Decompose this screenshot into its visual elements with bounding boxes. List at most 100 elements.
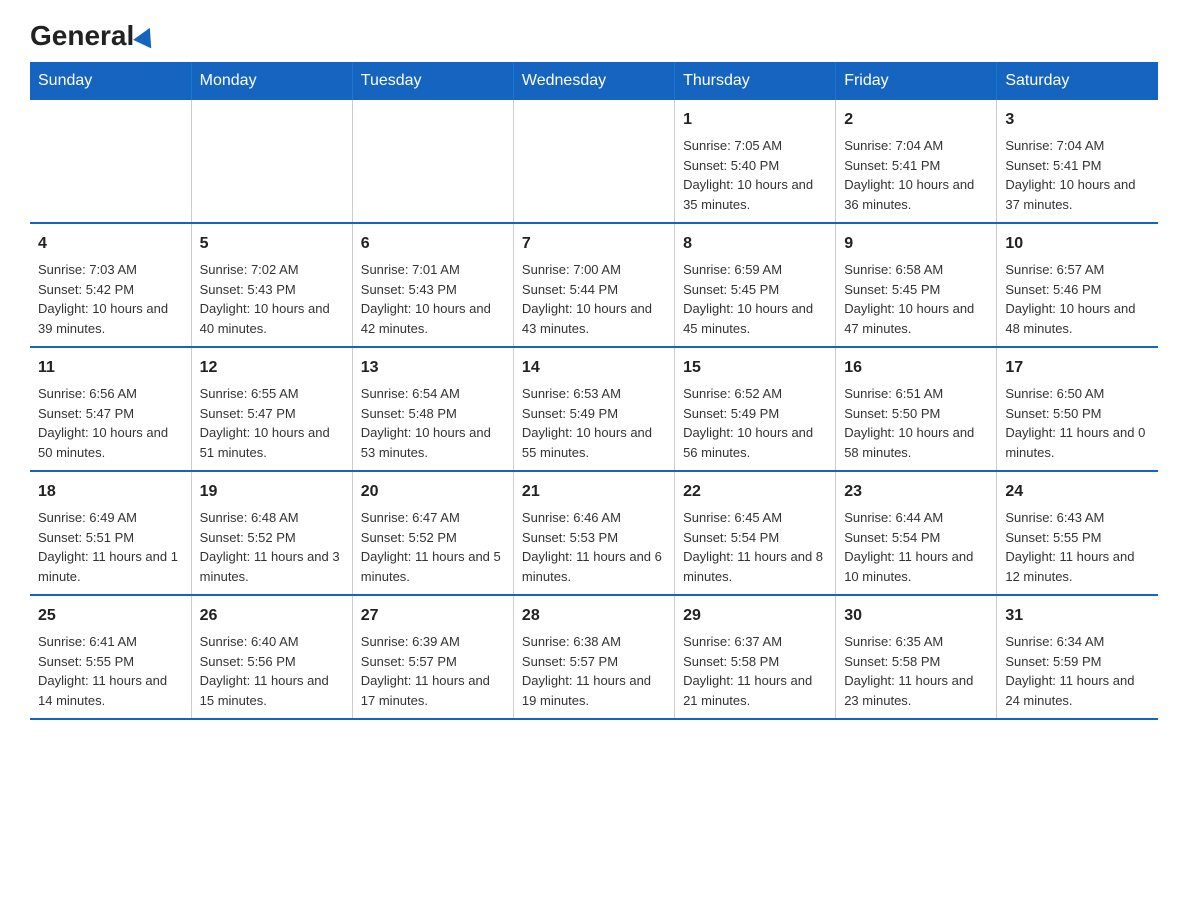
- day-number: 10: [1005, 232, 1150, 256]
- day-info: Sunrise: 7:00 AM Sunset: 5:44 PM Dayligh…: [522, 260, 666, 338]
- day-info: Sunrise: 7:04 AM Sunset: 5:41 PM Dayligh…: [1005, 136, 1150, 214]
- calendar-cell: 10Sunrise: 6:57 AM Sunset: 5:46 PM Dayli…: [997, 223, 1158, 347]
- calendar-week-row: 25 Sunrise: 6:41 AM Sunset: 5:55 PM Dayli…: [30, 595, 1158, 719]
- calendar-cell: 13Sunrise: 6:54 AM Sunset: 5:48 PM Dayli…: [352, 347, 513, 471]
- day-info: Sunrise: 6:47 AM Sunset: 5:52 PM Dayligh…: [361, 508, 505, 586]
- day-number: 15: [683, 356, 827, 380]
- day-number: 22: [683, 480, 827, 504]
- day-number: 31: [1005, 604, 1150, 628]
- day-info: Sunrise: 6:43 AM Sunset: 5:55 PM Dayligh…: [1005, 508, 1150, 586]
- day-number: 17: [1005, 356, 1150, 380]
- day-number: 2: [844, 108, 988, 132]
- calendar-cell: 7 Sunrise: 7:00 AM Sunset: 5:44 PM Daylig…: [513, 223, 674, 347]
- calendar-table: SundayMondayTuesdayWednesdayThursdayFrid…: [30, 62, 1158, 720]
- column-header-sunday: Sunday: [30, 62, 191, 100]
- calendar-cell: 25 Sunrise: 6:41 AM Sunset: 5:55 PM Dayli…: [30, 595, 191, 719]
- column-header-friday: Friday: [836, 62, 997, 100]
- day-info: Sunrise: 6:59 AM Sunset: 5:45 PM Dayligh…: [683, 260, 827, 338]
- day-number: 20: [361, 480, 505, 504]
- calendar-cell: [352, 100, 513, 223]
- day-info: Sunrise: 7:01 AM Sunset: 5:43 PM Dayligh…: [361, 260, 505, 338]
- day-number: 11: [38, 356, 183, 380]
- day-info: Sunrise: 7:02 AM Sunset: 5:43 PM Dayligh…: [200, 260, 344, 338]
- day-number: 26: [200, 604, 344, 628]
- calendar-header-row: SundayMondayTuesdayWednesdayThursdayFrid…: [30, 62, 1158, 100]
- column-header-wednesday: Wednesday: [513, 62, 674, 100]
- day-number: 19: [200, 480, 344, 504]
- day-number: 24: [1005, 480, 1150, 504]
- calendar-week-row: 4 Sunrise: 7:03 AM Sunset: 5:42 PM Daylig…: [30, 223, 1158, 347]
- day-info: Sunrise: 6:50 AM Sunset: 5:50 PM Dayligh…: [1005, 384, 1150, 462]
- day-number: 13: [361, 356, 505, 380]
- calendar-cell: 22 Sunrise: 6:45 AM Sunset: 5:54 PM Dayli…: [675, 471, 836, 595]
- calendar-cell: 12 Sunrise: 6:55 AM Sunset: 5:47 PM Dayli…: [191, 347, 352, 471]
- column-header-tuesday: Tuesday: [352, 62, 513, 100]
- day-info: Sunrise: 6:38 AM Sunset: 5:57 PM Dayligh…: [522, 632, 666, 710]
- calendar-cell: 4 Sunrise: 7:03 AM Sunset: 5:42 PM Daylig…: [30, 223, 191, 347]
- day-info: Sunrise: 6:34 AM Sunset: 5:59 PM Dayligh…: [1005, 632, 1150, 710]
- day-info: Sunrise: 6:48 AM Sunset: 5:52 PM Dayligh…: [200, 508, 344, 586]
- day-number: 8: [683, 232, 827, 256]
- day-number: 23: [844, 480, 988, 504]
- day-info: Sunrise: 6:46 AM Sunset: 5:53 PM Dayligh…: [522, 508, 666, 586]
- calendar-cell: 18Sunrise: 6:49 AM Sunset: 5:51 PM Dayli…: [30, 471, 191, 595]
- day-info: Sunrise: 7:05 AM Sunset: 5:40 PM Dayligh…: [683, 136, 827, 214]
- calendar-cell: 5Sunrise: 7:02 AM Sunset: 5:43 PM Daylig…: [191, 223, 352, 347]
- calendar-cell: 21 Sunrise: 6:46 AM Sunset: 5:53 PM Dayli…: [513, 471, 674, 595]
- calendar-cell: [513, 100, 674, 223]
- day-number: 18: [38, 480, 183, 504]
- column-header-thursday: Thursday: [675, 62, 836, 100]
- day-info: Sunrise: 7:04 AM Sunset: 5:41 PM Dayligh…: [844, 136, 988, 214]
- day-info: Sunrise: 6:52 AM Sunset: 5:49 PM Dayligh…: [683, 384, 827, 462]
- day-number: 25: [38, 604, 183, 628]
- day-info: Sunrise: 6:45 AM Sunset: 5:54 PM Dayligh…: [683, 508, 827, 586]
- calendar-cell: 27 Sunrise: 6:39 AM Sunset: 5:57 PM Dayli…: [352, 595, 513, 719]
- day-info: Sunrise: 6:51 AM Sunset: 5:50 PM Dayligh…: [844, 384, 988, 462]
- day-number: 30: [844, 604, 988, 628]
- day-number: 27: [361, 604, 505, 628]
- day-number: 28: [522, 604, 666, 628]
- day-number: 14: [522, 356, 666, 380]
- calendar-cell: 30 Sunrise: 6:35 AM Sunset: 5:58 PM Dayli…: [836, 595, 997, 719]
- day-info: Sunrise: 6:37 AM Sunset: 5:58 PM Dayligh…: [683, 632, 827, 710]
- calendar-cell: 1Sunrise: 7:05 AM Sunset: 5:40 PM Daylig…: [675, 100, 836, 223]
- calendar-cell: 6 Sunrise: 7:01 AM Sunset: 5:43 PM Daylig…: [352, 223, 513, 347]
- calendar-cell: 3 Sunrise: 7:04 AM Sunset: 5:41 PM Daylig…: [997, 100, 1158, 223]
- logo: General: [30, 20, 158, 44]
- day-number: 4: [38, 232, 183, 256]
- calendar-cell: 9 Sunrise: 6:58 AM Sunset: 5:45 PM Daylig…: [836, 223, 997, 347]
- calendar-cell: [191, 100, 352, 223]
- day-number: 7: [522, 232, 666, 256]
- day-info: Sunrise: 6:53 AM Sunset: 5:49 PM Dayligh…: [522, 384, 666, 462]
- day-number: 3: [1005, 108, 1150, 132]
- day-info: Sunrise: 6:41 AM Sunset: 5:55 PM Dayligh…: [38, 632, 183, 710]
- day-number: 6: [361, 232, 505, 256]
- day-info: Sunrise: 6:55 AM Sunset: 5:47 PM Dayligh…: [200, 384, 344, 462]
- calendar-cell: 11 Sunrise: 6:56 AM Sunset: 5:47 PM Dayli…: [30, 347, 191, 471]
- day-info: Sunrise: 6:39 AM Sunset: 5:57 PM Dayligh…: [361, 632, 505, 710]
- calendar-week-row: 11 Sunrise: 6:56 AM Sunset: 5:47 PM Dayli…: [30, 347, 1158, 471]
- day-info: Sunrise: 6:44 AM Sunset: 5:54 PM Dayligh…: [844, 508, 988, 586]
- day-info: Sunrise: 6:35 AM Sunset: 5:58 PM Dayligh…: [844, 632, 988, 710]
- calendar-cell: 20 Sunrise: 6:47 AM Sunset: 5:52 PM Dayli…: [352, 471, 513, 595]
- day-number: 21: [522, 480, 666, 504]
- logo-general-text2: General: [30, 20, 134, 52]
- calendar-cell: 28 Sunrise: 6:38 AM Sunset: 5:57 PM Dayli…: [513, 595, 674, 719]
- calendar-cell: 19 Sunrise: 6:48 AM Sunset: 5:52 PM Dayli…: [191, 471, 352, 595]
- day-info: Sunrise: 6:40 AM Sunset: 5:56 PM Dayligh…: [200, 632, 344, 710]
- calendar-cell: 24 Sunrise: 6:43 AM Sunset: 5:55 PM Dayli…: [997, 471, 1158, 595]
- column-header-monday: Monday: [191, 62, 352, 100]
- day-number: 9: [844, 232, 988, 256]
- calendar-week-row: 1Sunrise: 7:05 AM Sunset: 5:40 PM Daylig…: [30, 100, 1158, 223]
- calendar-cell: 8 Sunrise: 6:59 AM Sunset: 5:45 PM Daylig…: [675, 223, 836, 347]
- day-number: 12: [200, 356, 344, 380]
- calendar-cell: 15 Sunrise: 6:52 AM Sunset: 5:49 PM Dayli…: [675, 347, 836, 471]
- day-info: Sunrise: 6:56 AM Sunset: 5:47 PM Dayligh…: [38, 384, 183, 462]
- calendar-cell: 17 Sunrise: 6:50 AM Sunset: 5:50 PM Dayli…: [997, 347, 1158, 471]
- calendar-cell: 29Sunrise: 6:37 AM Sunset: 5:58 PM Dayli…: [675, 595, 836, 719]
- calendar-cell: 23 Sunrise: 6:44 AM Sunset: 5:54 PM Dayli…: [836, 471, 997, 595]
- day-info: Sunrise: 6:58 AM Sunset: 5:45 PM Dayligh…: [844, 260, 988, 338]
- calendar-cell: 16Sunrise: 6:51 AM Sunset: 5:50 PM Dayli…: [836, 347, 997, 471]
- day-info: Sunrise: 7:03 AM Sunset: 5:42 PM Dayligh…: [38, 260, 183, 338]
- calendar-cell: 14 Sunrise: 6:53 AM Sunset: 5:49 PM Dayli…: [513, 347, 674, 471]
